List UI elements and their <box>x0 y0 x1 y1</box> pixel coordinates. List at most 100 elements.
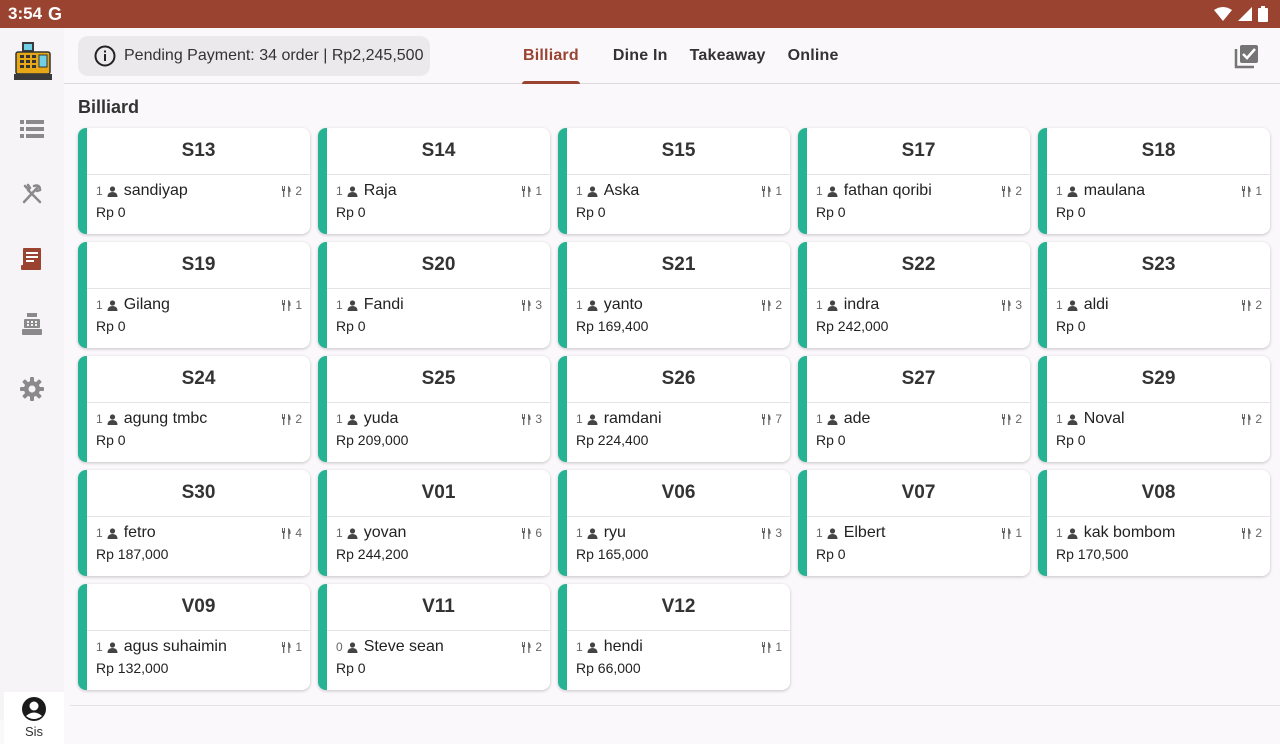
utensils-icon <box>522 299 531 311</box>
table-card[interactable]: V06 1 ryu 3 Rp 165,000 <box>558 470 790 576</box>
guest-count: 1 <box>96 412 103 426</box>
table-total: Rp 165,000 <box>576 546 649 562</box>
table-total: Rp 0 <box>1056 432 1086 448</box>
select-tables-button[interactable] <box>1234 43 1260 69</box>
person-icon <box>347 413 358 425</box>
item-count: 1 <box>1255 184 1262 198</box>
sidebar-item-settings[interactable] <box>16 373 48 405</box>
customer-name: ade <box>843 410 871 427</box>
guest-count: 1 <box>1056 184 1063 198</box>
table-total: Rp 224,400 <box>576 432 649 448</box>
table-card[interactable]: S18 1 maulana 1 Rp 0 <box>1038 128 1270 234</box>
customer-name: ryu <box>603 524 626 541</box>
table-card[interactable]: S20 1 Fandi 3 Rp 0 <box>318 242 550 348</box>
table-total: Rp 0 <box>96 204 126 220</box>
table-card[interactable]: S14 1 Raja 1 Rp 0 <box>318 128 550 234</box>
table-grid: S13 1 sandiyap 2 Rp 0 S14 1 Raja 1 Rp 0 … <box>78 128 1272 690</box>
utensils-icon <box>22 183 42 204</box>
guest-count: 1 <box>816 298 823 312</box>
table-card[interactable]: S24 1 agung tmbc 2 Rp 0 <box>78 356 310 462</box>
table-card[interactable]: S15 1 Aska 1 Rp 0 <box>558 128 790 234</box>
table-name: S22 <box>807 242 1030 289</box>
table-card[interactable]: S13 1 sandiyap 2 Rp 0 <box>78 128 310 234</box>
table-name: S25 <box>327 356 550 403</box>
table-info-row: 1 agus suhaimin 1 <box>96 637 302 657</box>
table-card[interactable]: S19 1 Gilang 1 Rp 0 <box>78 242 310 348</box>
tab-online[interactable]: Online <box>777 28 850 84</box>
item-count-group: 7 <box>762 412 782 426</box>
person-icon <box>587 527 598 539</box>
table-name: S26 <box>567 356 790 403</box>
table-card[interactable]: S22 1 indra 3 Rp 242,000 <box>798 242 1030 348</box>
guest-count: 1 <box>816 526 823 540</box>
cash-register-logo[interactable] <box>12 40 54 82</box>
sidebar-item-cashier[interactable] <box>16 308 48 340</box>
signal-icon <box>1238 7 1252 21</box>
item-count-group: 3 <box>762 526 782 540</box>
item-count: 1 <box>535 184 542 198</box>
item-count-group: 2 <box>1002 184 1022 198</box>
tab-billiard[interactable]: Billiard <box>512 28 590 84</box>
person-icon <box>107 413 118 425</box>
tab-takeaway[interactable]: Takeaway <box>679 28 777 84</box>
utensils-icon <box>1242 185 1251 197</box>
table-info-row: 1 maulana 1 <box>1056 181 1262 201</box>
table-name: S13 <box>87 128 310 175</box>
guest-count: 1 <box>1056 526 1063 540</box>
guest-count: 1 <box>576 298 583 312</box>
receipt-icon <box>21 248 41 270</box>
table-total: Rp 0 <box>1056 204 1086 220</box>
table-name: V08 <box>1047 470 1270 517</box>
table-name: S20 <box>327 242 550 289</box>
table-card[interactable]: V07 1 Elbert 1 Rp 0 <box>798 470 1030 576</box>
table-info-row: 1 Raja 1 <box>336 181 542 201</box>
user-profile[interactable]: Sis <box>4 692 64 744</box>
sidebar-item-list[interactable] <box>16 113 48 145</box>
utensils-icon <box>762 299 771 311</box>
utensils-icon <box>282 299 291 311</box>
table-card[interactable]: S26 1 ramdani 7 Rp 224,400 <box>558 356 790 462</box>
guest-count: 1 <box>576 412 583 426</box>
utensils-icon <box>1242 413 1251 425</box>
utensils-icon <box>762 413 771 425</box>
guest-count: 0 <box>336 640 343 654</box>
table-card[interactable]: S27 1 ade 2 Rp 0 <box>798 356 1030 462</box>
person-icon <box>1067 527 1078 539</box>
item-count: 1 <box>1015 526 1022 540</box>
table-total: Rp 170,500 <box>1056 546 1129 562</box>
guest-count: 1 <box>96 298 103 312</box>
item-count: 6 <box>535 526 542 540</box>
customer-name: hendi <box>603 638 643 655</box>
customer-name: indra <box>843 296 880 313</box>
guest-count: 1 <box>576 640 583 654</box>
table-info-row: 1 aldi 2 <box>1056 295 1262 315</box>
item-count: 2 <box>295 412 302 426</box>
table-card[interactable]: V09 1 agus suhaimin 1 Rp 132,000 <box>78 584 310 690</box>
table-info-row: 1 ramdani 7 <box>576 409 782 429</box>
table-card[interactable]: S23 1 aldi 2 Rp 0 <box>1038 242 1270 348</box>
utensils-icon <box>282 527 291 539</box>
table-card[interactable]: S29 1 Noval 2 Rp 0 <box>1038 356 1270 462</box>
person-icon <box>1067 299 1078 311</box>
list-icon <box>20 120 44 138</box>
tab-dine-in[interactable]: Dine In <box>602 28 679 84</box>
item-count: 2 <box>775 298 782 312</box>
table-card[interactable]: S25 1 yuda 3 Rp 209,000 <box>318 356 550 462</box>
table-card[interactable]: S17 1 fathan qoribi 2 Rp 0 <box>798 128 1030 234</box>
table-card[interactable]: V01 1 yovan 6 Rp 244,200 <box>318 470 550 576</box>
guest-count: 1 <box>816 412 823 426</box>
sidebar-item-orders[interactable] <box>16 243 48 275</box>
table-card[interactable]: V08 1 kak bombom 2 Rp 170,500 <box>1038 470 1270 576</box>
table-card[interactable]: V12 1 hendi 1 Rp 66,000 <box>558 584 790 690</box>
table-card[interactable]: V11 0 Steve sean 2 Rp 0 <box>318 584 550 690</box>
sidebar-item-menu[interactable] <box>16 178 48 210</box>
item-count: 7 <box>775 412 782 426</box>
item-count: 3 <box>535 412 542 426</box>
utensils-icon <box>1002 527 1011 539</box>
table-name: V11 <box>327 584 550 631</box>
table-card[interactable]: S21 1 yanto 2 Rp 169,400 <box>558 242 790 348</box>
customer-name: sandiyap <box>123 182 188 199</box>
table-card[interactable]: S30 1 fetro 4 Rp 187,000 <box>78 470 310 576</box>
pending-payment-chip[interactable]: Pending Payment: 34 order | Rp2,245,500 <box>78 36 430 76</box>
person-icon <box>827 299 838 311</box>
